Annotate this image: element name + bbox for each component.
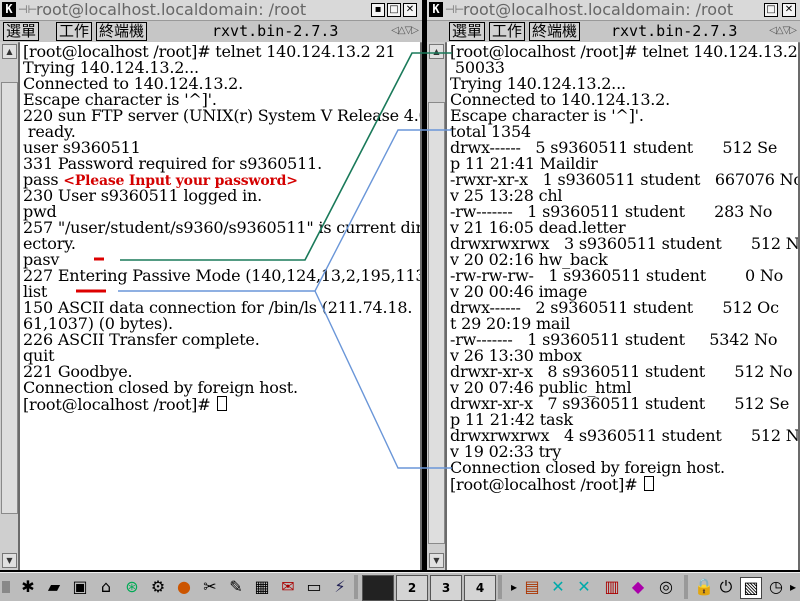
left-terminal-window: K ⊣⊢ root@localhost.localdomain: /root ▪… — [0, 0, 422, 570]
terminal-prompt-line: [root@localhost /root]# — [450, 475, 655, 494]
taskbar-separator — [498, 575, 502, 599]
help-icon[interactable]: ⊛ — [122, 577, 142, 597]
taskbar-separator — [354, 575, 358, 599]
prompt: [root@localhost /root]# — [23, 395, 216, 414]
menu-select[interactable]: 選單 — [3, 22, 40, 41]
scroll-thumb[interactable] — [1, 82, 18, 514]
hide-panel-icon[interactable]: ▸ — [788, 577, 798, 597]
maximize-icon[interactable]: □ — [387, 3, 401, 17]
right-title-bar[interactable]: K ⊣⊢ root@localhost.localdomain: /root □… — [427, 0, 800, 21]
terminal-prompt-line: [root@localhost /root]# — [23, 395, 228, 414]
left-window-title: root@localhost.localdomain: /root — [36, 0, 307, 19]
right-menu-bar: 選單 工作 終端機 rxvt.bin-2.7.3 ◁△▽▷ — [427, 21, 800, 43]
kde-icon[interactable]: K — [2, 2, 16, 17]
menu-job[interactable]: 工作 — [489, 22, 526, 41]
logout-icon[interactable]: ⏻ — [716, 577, 736, 597]
terminal-line: 230 User s9360511 logged in. — [23, 186, 263, 205]
tray-icon[interactable]: ▰ — [44, 577, 64, 597]
left-terminal-output[interactable]: [root@localhost /root]# telnet 140.124.1… — [20, 42, 420, 570]
left-title-bar[interactable]: K ⊣⊢ root@localhost.localdomain: /root ▪… — [0, 0, 422, 21]
desktop-3-button[interactable]: 3 — [430, 575, 462, 601]
terminal-line: 227 Entering Passive Mode (140,124,13,2,… — [23, 266, 420, 285]
menu-terminal[interactable]: 終端機 — [529, 22, 581, 41]
browser-icon[interactable]: ● — [174, 577, 194, 597]
taskbar-handle-icon[interactable] — [2, 581, 10, 593]
scroll-down-icon[interactable]: ▼ — [2, 553, 17, 568]
right-terminal-window: K ⊣⊢ root@localhost.localdomain: /root □… — [427, 0, 800, 570]
app-window-icon[interactable]: ▤ — [522, 577, 542, 597]
cursor — [217, 396, 228, 411]
close-icon[interactable]: ✕ — [782, 3, 796, 17]
app-title: rxvt.bin-2.7.3 — [212, 22, 339, 40]
taskbar-separator — [684, 575, 688, 599]
scroll-arrows-icon[interactable]: ◁△▽▷ — [391, 23, 419, 39]
terminal-line: Connection closed by foreign host. — [23, 378, 298, 397]
sticky-icon[interactable]: ▪ — [371, 3, 385, 17]
kde-menu-icon[interactable]: ✱ — [18, 577, 38, 597]
menu-terminal[interactable]: 終端機 — [96, 22, 148, 41]
window-list-icon[interactable]: ▣ — [70, 577, 90, 597]
calculator-icon[interactable]: ▦ — [252, 577, 272, 597]
cursor — [644, 476, 655, 491]
scroll-up-icon[interactable]: ▲ — [429, 44, 444, 59]
tools-icon[interactable]: ✂ — [200, 577, 220, 597]
left-menu-bar: 選單 工作 終端機 rxvt.bin-2.7.3 ◁△▽▷ — [0, 21, 422, 43]
kde-icon[interactable]: K — [429, 2, 443, 17]
settings-icon[interactable]: ⚙ — [148, 577, 168, 597]
terminal-line: Connection closed by foreign host. — [450, 458, 725, 477]
desktop-2-button[interactable]: 2 — [396, 575, 428, 601]
window-menu-icon[interactable]: ⊣⊢ — [18, 2, 37, 17]
document-icon[interactable]: ▥ — [602, 577, 622, 597]
desktop-4-button[interactable]: 4 — [464, 575, 496, 601]
tray-clock-icon[interactable]: ◷ — [766, 577, 786, 597]
close-icon[interactable]: ✕ — [403, 3, 417, 17]
terminal-icon[interactable]: ▭ — [304, 577, 324, 597]
maximize-icon[interactable]: □ — [764, 3, 778, 17]
app-title: rxvt.bin-2.7.3 — [611, 22, 738, 40]
terminal-line: 220 sun FTP server (UNIX(r) System V Rel… — [23, 106, 420, 125]
right-window-title: root@localhost.localdomain: /root — [463, 0, 734, 19]
prompt: [root@localhost /root]# — [450, 475, 643, 494]
viewer-icon[interactable]: ◎ — [656, 577, 676, 597]
home-icon[interactable]: ⌂ — [96, 577, 116, 597]
taskbar-arrow-icon[interactable]: ▸ — [504, 577, 524, 597]
scroll-up-icon[interactable]: ▲ — [2, 44, 17, 59]
right-terminal-output[interactable]: [root@localhost /root]# telnet 140.124.1… — [447, 42, 798, 570]
package-icon[interactable]: ◆ — [628, 577, 648, 597]
desktop-1-button[interactable] — [362, 575, 394, 601]
network-icon[interactable]: ⚡ — [330, 577, 350, 597]
text-editor-icon[interactable]: ✎ — [226, 577, 246, 597]
menu-select[interactable]: 選單 — [449, 22, 486, 41]
terminal-line: 257 "/user/student/s9360/s9360511" is cu… — [23, 218, 420, 237]
xterm-icon[interactable]: ✕ — [574, 577, 594, 597]
terminal-line: 226 ASCII Transfer complete. — [23, 330, 260, 349]
xterm-icon[interactable]: ✕ — [548, 577, 568, 597]
terminal-line: 331 Password required for s9360511. — [23, 154, 323, 173]
right-scrollbar[interactable]: ▲ ▼ — [427, 42, 445, 570]
scroll-down-icon[interactable]: ▼ — [429, 553, 444, 568]
scroll-arrows-icon[interactable]: ◁△▽▷ — [769, 23, 797, 39]
window-menu-icon[interactable]: ⊣⊢ — [445, 2, 464, 17]
menu-job[interactable]: 工作 — [56, 22, 93, 41]
scroll-thumb[interactable] — [428, 102, 445, 544]
lock-icon[interactable]: 🔒 — [694, 577, 714, 597]
clipboard-icon[interactable]: ▧ — [740, 577, 762, 599]
mail-icon[interactable]: ✉ — [278, 577, 298, 597]
left-scrollbar[interactable]: ▲ ▼ — [0, 42, 18, 570]
taskbar: ✱ ▰ ▣ ⌂ ⊛ ⚙ ● ✂ ✎ ▦ ✉ ▭ ⚡ 2 3 4 ▸ ▤ ✕ ✕ … — [0, 572, 800, 601]
